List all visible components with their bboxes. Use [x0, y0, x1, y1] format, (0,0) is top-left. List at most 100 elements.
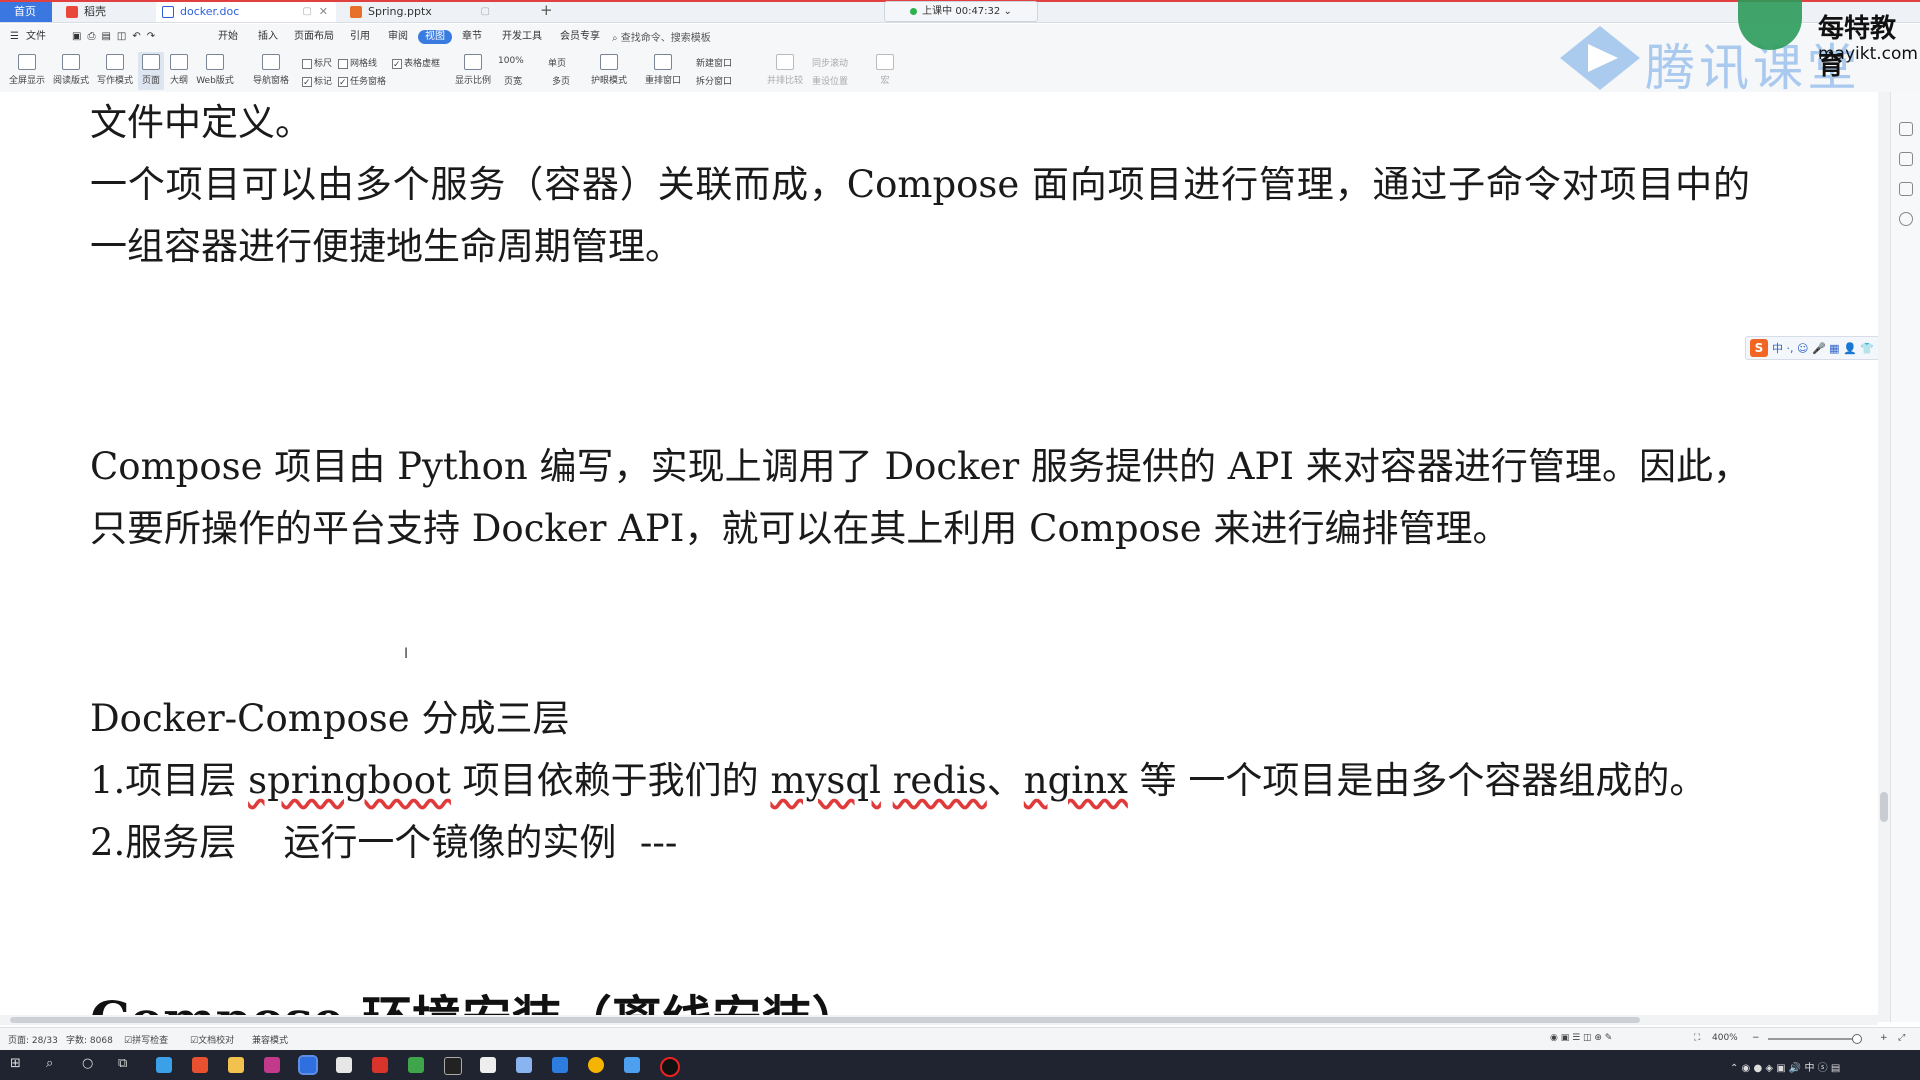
macro-button[interactable]: 宏 — [870, 52, 900, 90]
menu-insert[interactable]: 插入 — [258, 30, 278, 44]
cortana-icon[interactable]: ○ — [82, 1056, 93, 1071]
terminal-icon[interactable] — [444, 1057, 462, 1075]
tab-label: docker.doc — [180, 5, 240, 18]
doc-layer-2: 2.服务层 运行一个镜像的实例 --- — [90, 821, 678, 864]
menu-references[interactable]: 引用 — [350, 30, 370, 44]
zoom-level[interactable]: 400% — [1712, 1033, 1738, 1043]
app-icon[interactable] — [516, 1057, 532, 1073]
menu-start[interactable]: 开始 — [218, 30, 238, 44]
sync-scroll-button[interactable]: 同步滚动 — [812, 56, 848, 69]
ide-icon[interactable] — [264, 1057, 280, 1073]
proofreading-toggle[interactable]: ☑文档校对 — [190, 1033, 234, 1046]
side-by-side-button[interactable]: 并排比较 — [764, 52, 806, 90]
write-mode-button[interactable]: 写作模式 — [94, 52, 136, 90]
doc-line-definition: 文件中定义。 — [90, 101, 312, 144]
system-tray[interactable]: ⌃ ◉ ● ◈ ▣ 🔊 中 ⓢ ▤ — [1730, 1059, 1840, 1074]
filezilla-icon[interactable] — [372, 1057, 388, 1073]
split-window-button[interactable]: 拆分窗口 — [696, 74, 732, 87]
web-view-button[interactable]: Web版式 — [194, 52, 236, 90]
windows-taskbar: ⊞ ⌕ ○ ⧉ ⌃ ◉ ● ◈ ▣ 🔊 中 ⓢ ▤ — [0, 1050, 1920, 1080]
zoom-in-icon[interactable]: + — [1880, 1033, 1888, 1043]
zoom-ratio-button[interactable]: 显示比例 — [452, 52, 494, 90]
tencent-class-icon[interactable] — [624, 1057, 640, 1073]
scrollbar-thumb[interactable] — [10, 1017, 1640, 1023]
menu-view[interactable]: 视图 — [418, 30, 452, 44]
chrome-icon[interactable] — [588, 1057, 604, 1073]
word-count[interactable]: 字数: 8068 — [66, 1033, 113, 1046]
close-icon[interactable]: ✕ — [319, 2, 328, 22]
table-lines-checkbox[interactable]: ✓ 表格虚框 — [392, 56, 440, 70]
outline-view-button[interactable]: 大纲 — [166, 52, 192, 90]
zoom-out-icon[interactable]: − — [1752, 1033, 1760, 1043]
new-tab-button[interactable]: + — [540, 1, 553, 19]
menu-file[interactable]: 文件 — [26, 30, 46, 44]
hamburger-icon[interactable]: ☰ — [10, 30, 19, 44]
help-icon[interactable] — [1899, 212, 1913, 226]
zoom-slider[interactable] — [1768, 1038, 1858, 1040]
eye-icon — [600, 54, 618, 70]
tab-home[interactable]: 首页 — [0, 2, 52, 22]
page-indicator[interactable]: 页面: 28/33 — [8, 1033, 58, 1046]
vertical-scrollbar[interactable] — [1878, 92, 1890, 1022]
green-app-icon[interactable] — [408, 1057, 424, 1073]
file-explorer-icon[interactable] — [228, 1057, 244, 1073]
eye-mode-button[interactable]: 护眼模式 — [588, 52, 630, 90]
multi-page-button[interactable]: 多页 — [552, 74, 570, 87]
select-icon[interactable] — [1899, 152, 1913, 166]
document-icon[interactable] — [480, 1057, 496, 1073]
app-icon[interactable] — [552, 1057, 568, 1073]
new-window-label: 新建窗口 — [696, 59, 733, 69]
command-search[interactable]: ⌕ 查找命令、搜索模板 — [612, 29, 711, 44]
menu-layout[interactable]: 页面布局 — [294, 30, 334, 44]
settings-icon[interactable] — [1899, 182, 1913, 196]
spell-check-toggle[interactable]: ☑拼写检查 — [124, 1033, 168, 1046]
tab-docker-doc[interactable]: docker.doc ▢ ✕ — [156, 2, 336, 22]
task-view-icon[interactable]: ⧉ — [118, 1056, 127, 1071]
page-width-button[interactable]: 页宽 — [504, 74, 522, 87]
menu-devtools[interactable]: 开发工具 — [502, 30, 542, 44]
view-mode-icons[interactable]: ◉ ▣ ☰ ◫ ⊕ ✎ — [1550, 1033, 1612, 1043]
nav-pane-button[interactable]: 导航窗格 — [248, 52, 294, 90]
single-page-button[interactable]: 单页 — [548, 56, 566, 69]
search-icon[interactable]: ⌕ — [46, 1056, 53, 1071]
status-bar: 页面: 28/33 字数: 8068 ☑拼写检查 ☑文档校对 兼容模式 ◉ ▣ … — [0, 1027, 1920, 1050]
task-pane-checkbox[interactable]: ✓ 任务窗格 — [338, 74, 386, 88]
wps-writer-icon[interactable] — [298, 1055, 318, 1075]
checkbox-checked-icon: ✓ — [392, 58, 402, 70]
notepad-icon[interactable] — [336, 1057, 352, 1073]
zoom-100-button[interactable]: 100% — [498, 56, 524, 66]
menu-chapter[interactable]: 章节 — [462, 30, 482, 44]
tab-pin-icon[interactable]: ▢ — [303, 2, 312, 22]
fit-icon[interactable]: ⛶ — [1694, 1033, 1700, 1043]
new-window-button[interactable]: 新建窗口 — [696, 56, 732, 69]
tab-wps-docer[interactable]: 稻壳 — [60, 2, 150, 22]
scrollbar-thumb[interactable] — [1880, 792, 1888, 822]
fullscreen-icon[interactable]: ⤢ — [1898, 1033, 1905, 1043]
app-icon[interactable] — [192, 1057, 208, 1073]
fullscreen-icon — [18, 54, 36, 70]
browser-icon[interactable] — [156, 1057, 172, 1073]
edit-icon[interactable] — [1899, 122, 1913, 136]
quick-access-icons[interactable]: ▣⎙▤◫↶↷ — [72, 30, 161, 44]
ruler-checkbox[interactable]: 标尺 — [302, 56, 332, 69]
checkbox-icon — [302, 58, 312, 69]
menu-member[interactable]: 会员专享 — [560, 30, 600, 44]
marks-checkbox[interactable]: ✓ 标记 — [302, 74, 332, 88]
single-page-label: 单页 — [548, 59, 567, 69]
menu-review[interactable]: 审阅 — [388, 30, 408, 44]
horizontal-scrollbar[interactable] — [0, 1015, 1878, 1025]
tab-spring-pptx[interactable]: Spring.pptx ▢ — [344, 2, 514, 22]
rearrange-window-button[interactable]: 重排窗口 — [642, 52, 684, 90]
recording-indicator[interactable]: 上课中 00:47:32 ⌄ — [884, 1, 1038, 22]
read-mode-button[interactable]: 阅读版式 — [50, 52, 92, 90]
fullscreen-button[interactable]: 全屏显示 — [6, 52, 48, 90]
tab-pin-icon[interactable]: ▢ — [481, 2, 490, 22]
zoom-slider-knob[interactable] — [1852, 1034, 1862, 1044]
recorder-icon[interactable] — [660, 1057, 680, 1077]
document-page[interactable]: 文件中定义。 一个项目可以由多个服务（容器）关联而成，Compose 面向项目进… — [0, 92, 1878, 1022]
windows-start-icon[interactable]: ⊞ — [10, 1056, 21, 1071]
gridlines-checkbox[interactable]: 网格线 — [338, 56, 377, 69]
page-view-button[interactable]: 页面 — [138, 52, 164, 90]
reset-position-button[interactable]: 重设位置 — [812, 74, 848, 87]
split-window-label: 拆分窗口 — [696, 77, 733, 87]
